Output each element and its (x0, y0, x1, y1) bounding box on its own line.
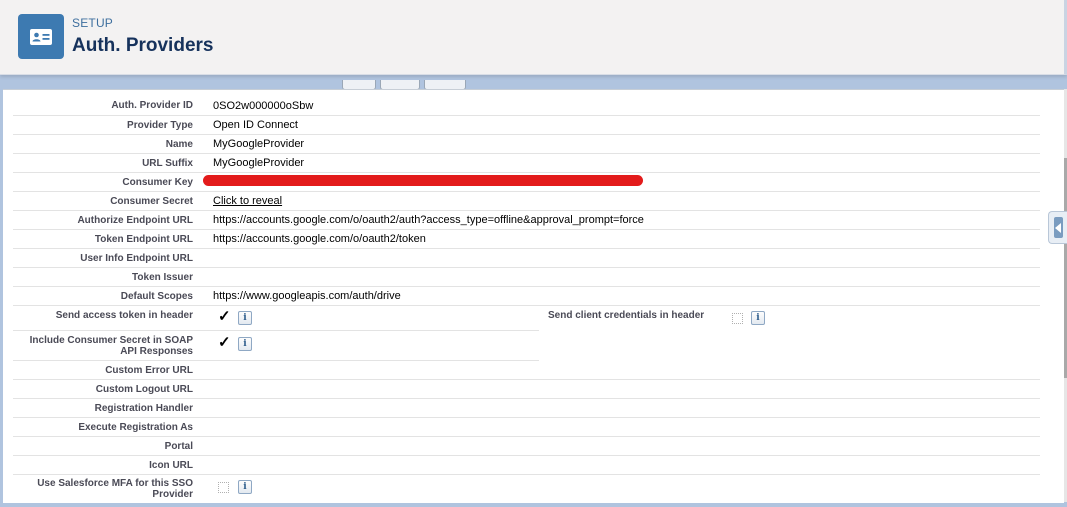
field-row-name: Name MyGoogleProvider (13, 135, 1040, 154)
field-row-send-access-token: Send access token in header ✓ i (13, 306, 539, 331)
field-label: Portal (164, 441, 193, 452)
field-label: Use Salesforce MFA for this SSO Provider (37, 478, 193, 500)
chevron-left-icon (1054, 217, 1063, 238)
unchecked-box-icon (218, 482, 229, 493)
field-label: Provider Type (127, 120, 193, 131)
field-label: Icon URL (149, 460, 193, 471)
field-row-token-issuer: Token Issuer (13, 268, 1040, 287)
field-row-auth-provider-id: Auth. Provider ID 0SO2w000000oSbw (13, 96, 1040, 116)
field-row-provider-type: Provider Type Open ID Connect (13, 116, 1040, 135)
field-value: https://accounts.google.com/o/oauth2/aut… (213, 214, 644, 226)
info-icon[interactable]: i (238, 480, 252, 494)
field-label: Auth. Provider ID (111, 100, 193, 111)
field-value: MyGoogleProvider (213, 157, 305, 169)
unchecked-box-icon (732, 313, 743, 324)
field-row-icon-url: Icon URL (13, 456, 1040, 475)
consumer-key-redaction (203, 175, 643, 186)
field-label: Custom Logout URL (95, 384, 193, 395)
info-icon[interactable]: i (751, 311, 765, 325)
field-row-default-scopes: Default Scopes https://www.googleapis.co… (13, 287, 1040, 306)
field-row-send-client-credentials: Send client credentials in header i (548, 306, 1040, 330)
field-label: Custom Error URL (105, 365, 193, 376)
field-label: Name (165, 139, 193, 150)
field-label: Consumer Key (122, 177, 193, 188)
field-label: Token Endpoint URL (94, 234, 193, 245)
field-label: Authorize Endpoint URL (77, 215, 193, 226)
field-row-execute-registration-as: Execute Registration As (13, 418, 1040, 437)
checked-mark-icon: ✓ (218, 308, 231, 325)
field-label: Send access token in header (55, 310, 193, 321)
field-row-custom-error-url: Custom Error URL (13, 361, 1040, 380)
field-label: User Info Endpoint URL (80, 253, 193, 264)
info-icon[interactable]: i (238, 311, 252, 325)
field-label: Default Scopes (120, 291, 193, 302)
field-row-url-suffix: URL Suffix MyGoogleProvider (13, 154, 1040, 173)
page-title: Auth. Providers (72, 35, 214, 56)
detail-panel: Auth. Provider ID 0SO2w000000oSbw Provid… (3, 89, 1064, 503)
field-label: Send client credentials in header (548, 310, 705, 321)
field-row-include-consumer-secret: Include Consumer Secret in SOAP API Resp… (13, 331, 539, 361)
collapse-panel-tab[interactable] (1048, 211, 1067, 244)
checked-mark-icon: ✓ (218, 334, 231, 351)
contact-card-icon (18, 14, 64, 59)
field-label: Execute Registration As (78, 422, 193, 433)
field-label: Token Issuer (132, 272, 193, 283)
field-value: MyGoogleProvider (213, 138, 305, 150)
field-row-user-info-endpoint-url: User Info Endpoint URL (13, 249, 1040, 268)
field-value: https://accounts.google.com/o/oauth2/tok… (213, 233, 426, 245)
field-label: URL Suffix (142, 158, 193, 169)
click-to-reveal-link[interactable]: Click to reveal (213, 195, 282, 207)
field-row-consumer-secret: Consumer Secret Click to reveal (13, 192, 1040, 211)
field-row-use-salesforce-mfa: Use Salesforce MFA for this SSO Provider… (13, 475, 1040, 502)
field-row-custom-logout-url: Custom Logout URL (13, 380, 1040, 399)
info-icon[interactable]: i (238, 337, 252, 351)
field-label: Include Consumer Secret in SOAP API Resp… (29, 335, 193, 357)
field-value: Open ID Connect (213, 119, 298, 131)
field-value: https://www.googleapis.com/auth/drive (213, 290, 401, 302)
field-label: Consumer Secret (110, 196, 193, 207)
field-value: 0SO2w000000oSbw (213, 100, 314, 112)
page-header: SETUP Auth. Providers (0, 0, 1067, 75)
field-row-portal: Portal (13, 437, 1040, 456)
field-row-authorize-endpoint-url: Authorize Endpoint URL https://accounts.… (13, 211, 1040, 230)
setup-eyebrow: SETUP (72, 16, 114, 30)
field-label: Registration Handler (94, 403, 193, 414)
field-row-registration-handler: Registration Handler (13, 399, 1040, 418)
field-row-token-endpoint-url: Token Endpoint URL https://accounts.goog… (13, 230, 1040, 249)
